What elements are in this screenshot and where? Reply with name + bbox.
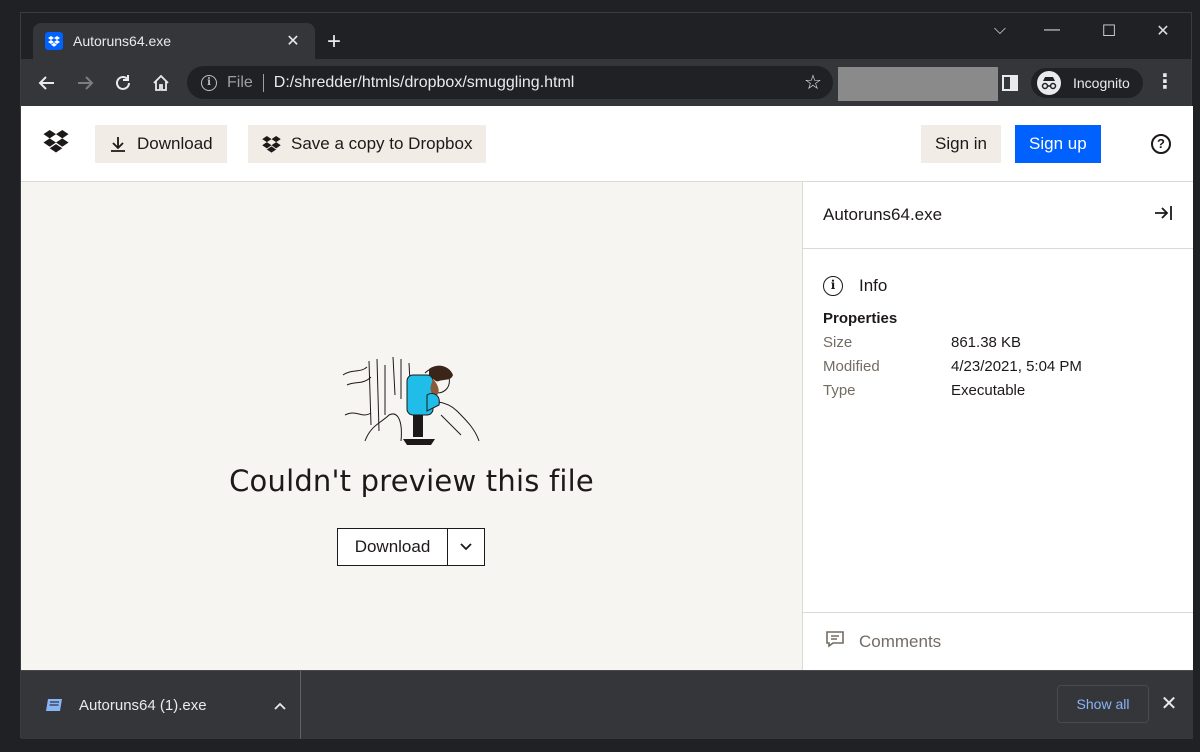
sign-in-button[interactable]: Sign in xyxy=(921,125,1001,163)
shelf-close-icon[interactable]: ✕ xyxy=(1159,691,1179,716)
property-row: Modified 4/23/2021, 5:04 PM xyxy=(823,355,1173,379)
collapse-sidebar-icon[interactable] xyxy=(1153,204,1173,227)
chevron-up-icon[interactable] xyxy=(260,697,300,713)
properties-section: Properties Size 861.38 KB Modified 4/23/… xyxy=(803,310,1193,403)
download-filename: Autoruns64 (1).exe xyxy=(79,696,207,714)
preview-error-message: Couldn't preview this file xyxy=(229,464,594,498)
dropbox-logo-icon[interactable] xyxy=(43,130,69,158)
property-key: Type xyxy=(823,382,856,399)
property-value: 4/23/2021, 5:04 PM xyxy=(951,358,1082,375)
comment-icon xyxy=(825,630,845,653)
browser-toolbar: i File D:/shredder/htmls/dropbox/smuggli… xyxy=(21,59,1191,106)
side-panel-icon[interactable] xyxy=(1002,75,1018,91)
redacted-extension-area xyxy=(838,67,998,101)
property-value: Executable xyxy=(951,382,1026,399)
preview-download-split-button: Download xyxy=(337,528,485,566)
download-icon xyxy=(109,135,127,153)
window-close-icon[interactable]: ✕ xyxy=(1148,21,1178,41)
download-shelf: Autoruns64 (1).exe Show all ✕ xyxy=(21,670,1193,739)
info-label: Info xyxy=(859,276,888,295)
tab-autoruns[interactable]: Autoruns64.exe ✕ xyxy=(33,23,315,59)
bookmark-star-icon[interactable]: ☆ xyxy=(793,70,833,95)
back-arrow-icon[interactable] xyxy=(33,69,61,97)
sidebar-filename: Autoruns64.exe xyxy=(823,205,943,224)
property-key: Size xyxy=(823,334,853,351)
sign-up-label: Sign up xyxy=(1029,134,1087,153)
help-icon[interactable]: ? xyxy=(1151,134,1171,154)
chevron-down-icon[interactable] xyxy=(448,529,484,565)
property-value: 861.38 KB xyxy=(951,334,1022,351)
sidebar-header: Autoruns64.exe xyxy=(803,182,1193,249)
preview-download-button[interactable]: Download xyxy=(338,529,448,565)
sign-in-label: Sign in xyxy=(935,134,987,153)
maximize-icon[interactable]: ☐ xyxy=(1094,21,1124,41)
home-icon[interactable] xyxy=(147,69,175,97)
incognito-icon xyxy=(1037,71,1061,95)
save-to-dropbox-button[interactable]: Save a copy to Dropbox xyxy=(248,125,487,163)
comments-section[interactable]: Comments xyxy=(803,612,1193,670)
properties-title: Properties xyxy=(823,310,898,327)
forward-arrow-icon[interactable] xyxy=(71,69,99,97)
browser-window: Autoruns64.exe ✕ + ⌵ — ☐ ✕ i File D:/shr… xyxy=(20,12,1193,739)
web-page: Download Save a copy to Dropbox Sign in … xyxy=(21,106,1193,670)
url-scheme-label: File xyxy=(227,73,253,91)
header-download-label: Download xyxy=(137,134,213,153)
browser-menu-icon[interactable]: ⋮ xyxy=(1155,71,1175,93)
show-all-button[interactable]: Show all xyxy=(1057,685,1149,723)
download-item[interactable]: Autoruns64 (1).exe xyxy=(21,671,301,739)
file-info-sidebar: Autoruns64.exe i Info Properties Size 86… xyxy=(802,182,1193,670)
info-icon: i xyxy=(823,276,843,296)
new-tab-button[interactable]: + xyxy=(327,30,341,54)
dropbox-header: Download Save a copy to Dropbox Sign in … xyxy=(21,106,1193,182)
incognito-profile-button[interactable]: Incognito xyxy=(1031,68,1143,98)
dropbox-favicon-icon xyxy=(45,32,63,50)
sign-up-button[interactable]: Sign up xyxy=(1015,125,1101,163)
save-to-dropbox-label: Save a copy to Dropbox xyxy=(291,134,473,153)
reload-icon[interactable] xyxy=(109,69,137,97)
property-row: Type Executable xyxy=(823,379,1173,403)
info-section-header: i Info xyxy=(803,249,1193,305)
file-preview-area: Couldn't preview this file Download xyxy=(21,182,802,670)
minimize-icon[interactable]: — xyxy=(1037,21,1067,39)
comments-label: Comments xyxy=(859,631,942,651)
url-text[interactable]: D:/shredder/htmls/dropbox/smuggling.html xyxy=(274,74,793,92)
site-info-icon[interactable]: i xyxy=(201,74,217,91)
address-bar[interactable]: i File D:/shredder/htmls/dropbox/smuggli… xyxy=(187,66,833,99)
omnibox-separator xyxy=(262,73,264,92)
property-key: Modified xyxy=(823,358,880,375)
executable-file-icon xyxy=(45,698,63,712)
property-row: Size 861.38 KB xyxy=(823,331,1173,355)
tab-title: Autoruns64.exe xyxy=(73,33,172,49)
incognito-label: Incognito xyxy=(1073,75,1130,91)
binoculars-illustration xyxy=(341,355,483,452)
header-download-button[interactable]: Download xyxy=(95,125,227,163)
dropbox-icon xyxy=(262,135,281,153)
tab-search-icon[interactable]: ⌵ xyxy=(985,21,1015,39)
tab-strip: Autoruns64.exe ✕ + ⌵ — ☐ ✕ xyxy=(21,13,1191,59)
tab-close-icon[interactable]: ✕ xyxy=(283,31,303,51)
